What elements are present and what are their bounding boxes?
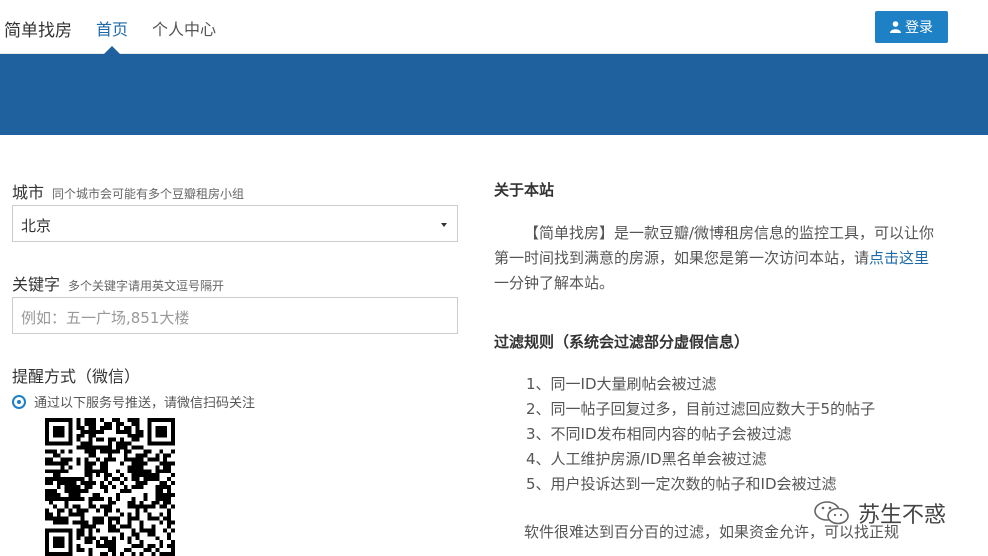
- city-select-value: 北京: [21, 217, 52, 235]
- list-item: 4、人工维护房源/ID黑名单会被过滤: [526, 450, 767, 468]
- login-button[interactable]: 登录: [875, 11, 948, 43]
- watermark-text: 苏生不惑: [858, 503, 947, 528]
- about-intro: 【简单找房】是一款豆瓣/微博租房信息的监控工具，可以让你第一时间找到满意的房源，…: [494, 221, 942, 296]
- watermark: 苏生不惑: [812, 497, 946, 529]
- keyword-field-label: 关键字 多个关键字请用英文逗号隔开: [12, 271, 224, 295]
- notify-option-label: 通过以下服务号推送，请微信扫码关注: [34, 396, 256, 411]
- notify-option[interactable]: 通过以下服务号推送，请微信扫码关注: [12, 392, 255, 411]
- about-link[interactable]: 点击这里: [869, 249, 929, 267]
- nav-user-center[interactable]: 个人中心: [152, 16, 216, 40]
- city-select[interactable]: 北京: [12, 205, 458, 242]
- qr-code: [44, 418, 176, 556]
- active-nav-indicator: [104, 46, 120, 54]
- brand-title[interactable]: 简单找房: [4, 16, 72, 41]
- hero-banner: [0, 54, 988, 135]
- filter-rules-title: 过滤规则（系统会过滤部分虚假信息）: [494, 333, 750, 351]
- radio-selected-icon[interactable]: [12, 394, 26, 409]
- about-title: 关于本站: [494, 181, 555, 199]
- city-field-label: 城市 同个城市会可能有多个豆瓣租房小组: [12, 179, 244, 203]
- city-hint: 同个城市会可能有多个豆瓣租房小组: [52, 187, 245, 201]
- login-label: 登录: [905, 20, 933, 36]
- list-item: 3、不同ID发布相同内容的帖子会被过滤: [526, 425, 792, 443]
- notify-label: 提醒方式（微信）: [12, 367, 141, 386]
- top-navbar: 简单找房 首页 个人中心 登录: [0, 0, 988, 54]
- keyword-input[interactable]: 例如：五一广场,851大楼: [12, 297, 458, 334]
- list-item: 2、同一帖子回复过多，目前过滤回应数大于5的帖子: [526, 400, 876, 418]
- nav-home[interactable]: 首页: [96, 16, 128, 40]
- filter-rules-list: 1、同一ID大量刷帖会被过滤 2、同一帖子回复过多，目前过滤回应数大于5的帖子 …: [526, 372, 875, 497]
- list-item: 5、用户投诉达到一定次数的帖子和ID会被过滤: [526, 475, 837, 493]
- keyword-hint: 多个关键字请用英文逗号隔开: [68, 279, 225, 293]
- keyword-label: 关键字: [12, 275, 61, 294]
- city-label: 城市: [12, 183, 45, 202]
- caret-down-icon: [441, 223, 447, 227]
- user-icon: [890, 21, 901, 33]
- wechat-icon: [814, 501, 849, 525]
- about-intro-end: 一分钟了解本站。: [494, 274, 615, 292]
- list-item: 1、同一ID大量刷帖会被过滤: [526, 375, 717, 393]
